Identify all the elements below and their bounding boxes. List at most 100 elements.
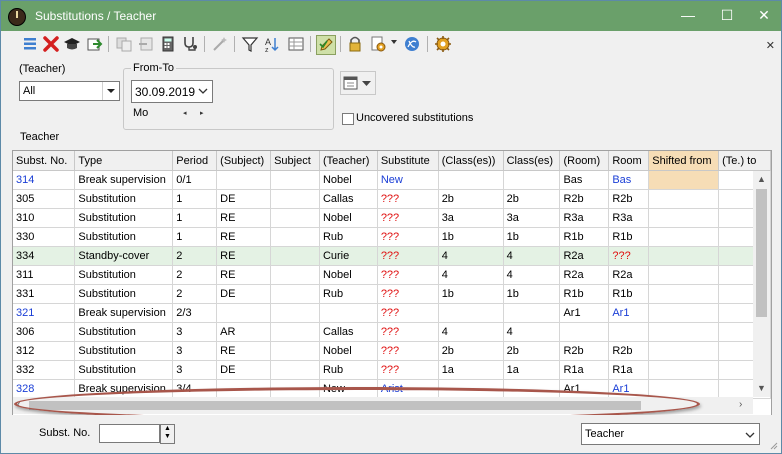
dropdown-arrow-icon[interactable] <box>391 40 397 44</box>
table-cell[interactable] <box>503 170 561 190</box>
table-cell[interactable] <box>270 170 320 190</box>
table-cell[interactable] <box>216 303 272 323</box>
table-cell[interactable]: 2b <box>503 189 561 209</box>
table-cell[interactable]: RE <box>216 227 272 247</box>
table-cell[interactable]: 1b <box>438 227 504 247</box>
table-cell[interactable]: R1b <box>608 284 650 304</box>
table-cell[interactable]: 3a <box>438 208 504 228</box>
table-row[interactable]: 312 Substitution 3 RE Nobel??? 2b 2b R2b R2b <box>13 341 771 361</box>
table-cell[interactable]: ??? <box>377 208 439 228</box>
table-cell[interactable]: Break supervision <box>74 379 174 399</box>
scroll-left-icon[interactable]: ‹ <box>17 399 20 410</box>
table-cell[interactable]: R2a <box>559 265 610 285</box>
table-cell[interactable]: Break supervision <box>74 303 174 323</box>
table-cell[interactable]: 312 <box>13 341 76 361</box>
subst-no-spinner[interactable]: ▲ ▼ <box>160 424 175 444</box>
table-cell[interactable]: ??? <box>377 284 439 304</box>
table-cell[interactable]: Nobel <box>319 265 378 285</box>
table-cell[interactable]: 1 <box>172 208 218 228</box>
table-cell[interactable]: Rub <box>319 284 378 304</box>
scroll-down-icon[interactable]: ▼ <box>757 383 766 393</box>
table-cell[interactable]: 1b <box>503 227 561 247</box>
table-cell[interactable] <box>270 246 320 266</box>
table-cell[interactable]: 332 <box>13 360 76 380</box>
table-row[interactable]: 310 Substitution 1 RE Nobel??? 3a 3a R3a R3a <box>13 208 771 228</box>
table-row[interactable]: 330 Substitution 1 RE Rub??? 1b 1b R1b R1b <box>13 227 771 247</box>
table-cell[interactable] <box>438 379 504 399</box>
table-cell[interactable] <box>270 227 320 247</box>
table-cell[interactable]: Substitution <box>74 265 174 285</box>
table-cell[interactable]: R2a <box>608 265 650 285</box>
table-row[interactable]: 331 Substitution 2 DE Rub??? 1b 1b R1b R1b <box>13 284 771 304</box>
table-cell[interactable] <box>648 341 720 361</box>
table-cell[interactable]: ??? <box>377 303 439 323</box>
table-cell[interactable] <box>270 341 320 361</box>
table-cell[interactable]: R1a <box>559 360 610 380</box>
vertical-scroll-thumb[interactable] <box>756 189 767 317</box>
col-substitute[interactable]: Substitute <box>377 151 439 171</box>
table-cell[interactable] <box>270 265 320 285</box>
table-cell[interactable]: R1b <box>559 284 610 304</box>
table-cell[interactable]: RE <box>216 265 272 285</box>
close-window-button[interactable]: ✕ <box>753 5 775 25</box>
table-row[interactable]: 332 Substitution 3 DE Rub??? 1a 1a R1a R1a <box>13 360 771 380</box>
table-cell[interactable] <box>503 379 561 399</box>
subst-no-input[interactable] <box>99 424 160 443</box>
delete-icon[interactable] <box>42 35 60 53</box>
table-cell[interactable]: Substitution <box>74 227 174 247</box>
filter-icon[interactable] <box>241 35 259 53</box>
table-cell[interactable] <box>648 189 720 209</box>
table-cell[interactable]: 0/1 <box>172 170 218 190</box>
table-cell[interactable]: Rub <box>319 227 378 247</box>
table-cell[interactable]: Callas <box>319 322 378 342</box>
table-cell[interactable]: 1b <box>503 284 561 304</box>
table-cell[interactable]: R3a <box>559 208 610 228</box>
table-cell[interactable]: 1a <box>503 360 561 380</box>
table-cell[interactable]: Substitution <box>74 341 174 361</box>
table-cell[interactable] <box>648 284 720 304</box>
table-cell[interactable]: Substitution <box>74 322 174 342</box>
table-cell[interactable]: RE <box>216 246 272 266</box>
table-cell[interactable]: ??? <box>377 360 439 380</box>
table-cell[interactable] <box>216 170 272 190</box>
table-row[interactable]: 314 Break supervision 0/1 Nobel New Bas Bas <box>13 170 771 190</box>
table-cell[interactable]: Callas <box>319 189 378 209</box>
table-cell[interactable]: Ar1 <box>559 379 610 399</box>
col-room-orig[interactable]: (Room) <box>559 151 610 171</box>
table-cell[interactable]: 321 <box>13 303 76 323</box>
table-row[interactable]: 305 Substitution 1 DE Callas??? 2b 2b R2b R2b <box>13 189 771 209</box>
table-cell[interactable]: Substitution <box>74 360 174 380</box>
table-cell[interactable]: R2a <box>559 246 610 266</box>
table-row[interactable]: 328 Break supervision 3/4 New Arist Ar1 Ar1 <box>13 379 771 399</box>
table-cell[interactable]: Ar1 <box>608 379 650 399</box>
table-cell[interactable] <box>270 189 320 209</box>
table-cell[interactable]: 1 <box>172 227 218 247</box>
table-cell[interactable]: DE <box>216 284 272 304</box>
table-cell[interactable] <box>438 303 504 323</box>
col-room[interactable]: Room <box>608 151 650 171</box>
table-cell[interactable]: Bas <box>559 170 610 190</box>
next-day-icon[interactable]: ▸ <box>200 109 204 117</box>
table-cell[interactable] <box>319 303 378 323</box>
table-cell[interactable]: 3 <box>172 341 218 361</box>
calculator-icon[interactable] <box>159 35 177 53</box>
col-period[interactable]: Period <box>172 151 218 171</box>
col-type[interactable]: Type <box>74 151 174 171</box>
export-icon[interactable] <box>85 35 103 53</box>
maximize-button[interactable]: ☐ <box>716 5 738 25</box>
table-cell[interactable]: DE <box>216 360 272 380</box>
table-cell[interactable]: ??? <box>377 341 439 361</box>
prev-day-icon[interactable]: ◂ <box>183 109 187 117</box>
table-cell[interactable] <box>648 246 720 266</box>
table-cell[interactable] <box>648 265 720 285</box>
table-cell[interactable]: Break supervision <box>74 170 174 190</box>
table-cell[interactable]: Substitution <box>74 284 174 304</box>
table-cell[interactable] <box>270 303 320 323</box>
col-classes[interactable]: Class(es) <box>503 151 561 171</box>
table-cell[interactable] <box>648 379 720 399</box>
table-row[interactable]: 321 Break supervision 2/3??? Ar1 Ar1 <box>13 303 771 323</box>
table-cell[interactable]: 2b <box>438 341 504 361</box>
table-cell[interactable]: 314 <box>13 170 76 190</box>
table-cell[interactable] <box>648 360 720 380</box>
stethoscope-icon[interactable] <box>181 35 199 53</box>
